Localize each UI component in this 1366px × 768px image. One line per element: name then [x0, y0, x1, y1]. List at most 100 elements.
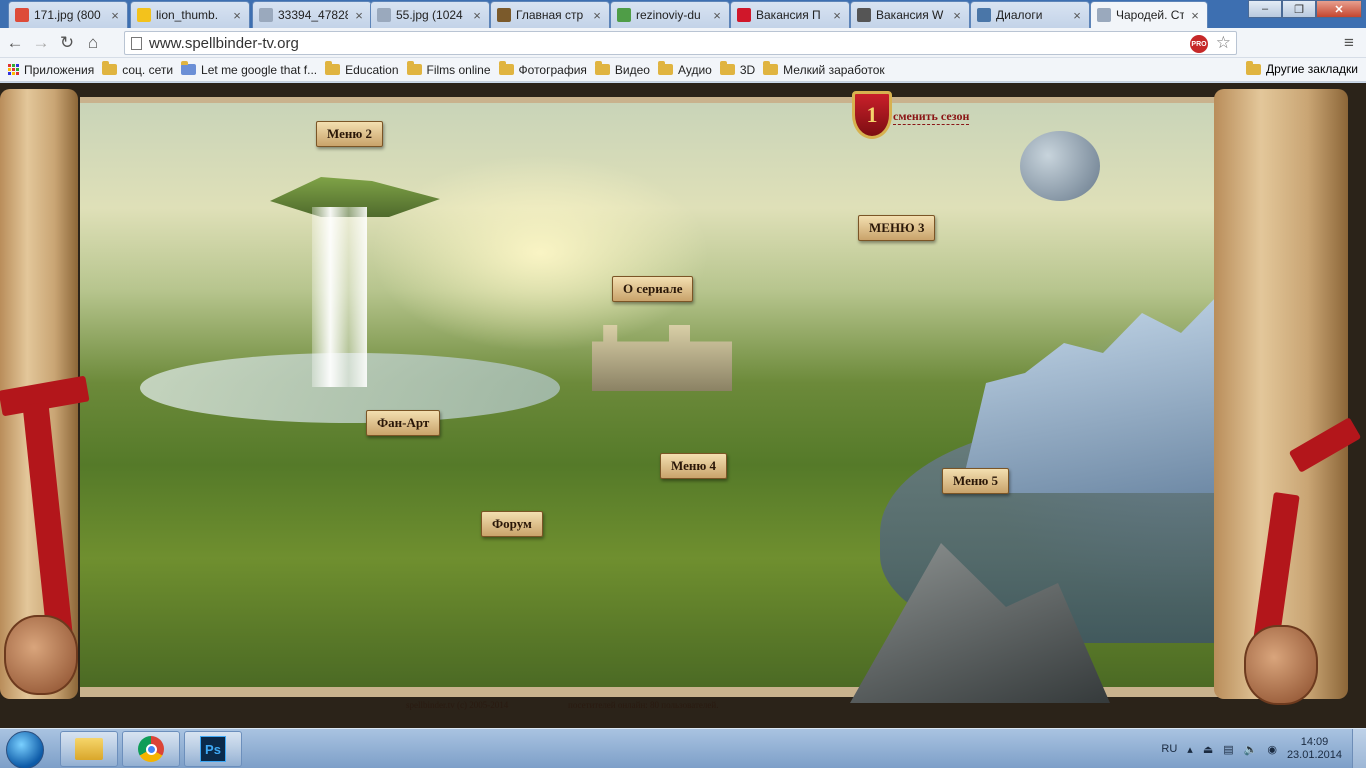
address-bar[interactable]: www.spellbinder-tv.org PRO ☆ — [124, 31, 1237, 55]
show-desktop-button[interactable] — [1352, 729, 1366, 768]
folder-icon — [763, 61, 779, 75]
tab-label: Чародей. Ст — [1116, 8, 1184, 22]
tab-5[interactable]: Главная стр × — [490, 1, 610, 28]
photoshop-icon: Ps — [200, 736, 226, 762]
photoshop-button[interactable]: Ps — [184, 731, 242, 767]
chrome-button[interactable] — [122, 731, 180, 767]
planet — [1020, 131, 1100, 201]
bookmark-9[interactable]: Мелкий заработок — [763, 61, 885, 77]
about-series-button[interactable]: О сериале — [612, 276, 694, 302]
bookmark-3[interactable]: Education — [325, 61, 399, 77]
url-text[interactable]: www.spellbinder-tv.org — [149, 35, 299, 52]
tab-label: lion_thumb. — [156, 8, 219, 22]
menu-icon[interactable]: ≡ — [1338, 32, 1360, 54]
chrome-icon — [138, 736, 164, 762]
language-indicator[interactable]: RU — [1161, 743, 1177, 755]
bookmark-label: 3D — [739, 62, 756, 77]
network-icon[interactable]: ▤ — [1223, 743, 1233, 756]
tab-close-icon[interactable]: × — [711, 8, 723, 23]
tab-close-icon[interactable]: × — [471, 8, 483, 23]
tab-2[interactable]: lion_thumb. × — [130, 1, 250, 28]
tab-8[interactable]: Вакансия W × — [850, 1, 970, 28]
tab-3[interactable]: 33394_47828 × — [252, 1, 372, 28]
lmgtfy-icon — [181, 61, 197, 75]
bookmark-label: Приложения — [24, 62, 95, 77]
bookmark-label: Education — [345, 62, 399, 77]
tab-close-icon[interactable]: × — [109, 8, 121, 23]
wax-seal-left-icon — [4, 615, 78, 695]
tab-10[interactable]: Чародей. Ст × — [1090, 1, 1208, 28]
forum-button[interactable]: Форум — [481, 511, 543, 537]
tab-close-icon[interactable]: × — [231, 8, 243, 23]
bookmark-1[interactable]: соц. сети — [102, 61, 173, 77]
folder-icon — [102, 61, 118, 75]
clock[interactable]: 14:09 23.01.2014 — [1287, 736, 1342, 762]
page-content: 1 сменить сезон Меню 2 МЕНЮ 3 О сериале … — [0, 83, 1366, 728]
page-icon — [1097, 8, 1111, 22]
g-plus-icon — [15, 8, 29, 22]
bookmark-6[interactable]: Видео — [594, 61, 650, 77]
tab-6[interactable]: rezinoviy-du × — [610, 1, 730, 28]
tab-7[interactable]: Вакансия П × — [730, 1, 850, 28]
tab-close-icon[interactable]: × — [353, 8, 365, 23]
show-hidden-icons-icon[interactable]: ▴ — [1187, 743, 1193, 756]
bookmark-apps[interactable]: Приложения — [8, 63, 94, 77]
other-bookmarks[interactable]: Другие закладки — [1246, 60, 1358, 76]
fan-art-button[interactable]: Фан-Арт — [366, 410, 441, 436]
tab-1[interactable]: 171.jpg (800 × — [8, 1, 128, 28]
bookmark-label: Другие закладки — [1266, 62, 1358, 76]
tab-label: 55.jpg (1024 — [396, 8, 463, 22]
apps-grid-icon — [8, 64, 19, 75]
page-icon — [377, 8, 391, 22]
folder-icon — [325, 61, 341, 75]
bookmark-2[interactable]: Let me google that f... — [181, 61, 317, 77]
ice-cliffs — [960, 293, 1220, 493]
tab-label: 33394_47828 — [278, 8, 348, 22]
menu4-button[interactable]: Меню 4 — [660, 453, 728, 479]
tab-label: rezinoviy-du — [636, 8, 701, 22]
start-button[interactable] — [6, 731, 44, 768]
bookmark-label: Фотография — [518, 62, 587, 77]
minimize-button[interactable]: ‒ — [1248, 0, 1282, 18]
close-window-button[interactable]: ✕ — [1316, 0, 1362, 18]
security-icon[interactable]: ◉ — [1267, 743, 1277, 756]
home-button[interactable]: ⌂ — [82, 32, 104, 54]
bookmark-star-icon[interactable]: ☆ — [1216, 33, 1231, 53]
menu3-button[interactable]: МЕНЮ 3 — [858, 215, 936, 241]
bookmark-5[interactable]: Фотография — [498, 61, 587, 77]
maximize-button[interactable]: ❐ — [1282, 0, 1316, 18]
menu5-button[interactable]: Меню 5 — [942, 468, 1010, 494]
toolbar: ← → ↻ ⌂ www.spellbinder-tv.org PRO ☆ K ▣… — [0, 28, 1366, 79]
tab-close-icon[interactable]: × — [591, 8, 603, 23]
tab-label: 171.jpg (800 — [34, 8, 101, 22]
tab-label: Главная стр — [516, 8, 584, 22]
tab-4[interactable]: 55.jpg (1024 × — [370, 1, 490, 28]
bookmark-7[interactable]: Аудио — [657, 61, 712, 77]
hh-icon — [857, 8, 871, 22]
wax-seal-right-icon — [1244, 625, 1318, 705]
tab-close-icon[interactable]: × — [831, 8, 843, 23]
tab-close-icon[interactable]: × — [1189, 8, 1201, 23]
usb-icon[interactable]: ⏏ — [1203, 743, 1213, 756]
tab-close-icon[interactable]: × — [951, 8, 963, 23]
forward-button[interactable]: → — [30, 32, 52, 54]
page-icon — [131, 37, 142, 50]
change-season-link[interactable]: сменить сезон — [893, 109, 970, 125]
season-shield-icon[interactable]: 1 — [852, 91, 892, 139]
window-controls: ‒ ❐ ✕ — [1248, 0, 1362, 18]
pro-extension-icon[interactable]: PRO — [1190, 35, 1208, 53]
back-button[interactable]: ← — [4, 32, 26, 54]
tab-label: Диалоги — [996, 8, 1043, 22]
reload-button[interactable]: ↻ — [56, 32, 78, 54]
bookmark-4[interactable]: Films online — [406, 61, 491, 77]
volume-icon[interactable]: 🔈 — [1244, 743, 1258, 756]
system-tray: RU ▴ ⏏ ▤ 🔈 ◉ 14:09 23.01.2014 — [1161, 729, 1366, 768]
folder-icon — [657, 61, 673, 75]
tab-close-icon[interactable]: × — [1071, 8, 1083, 23]
bookmark-8[interactable]: 3D — [719, 61, 756, 77]
explorer-button[interactable] — [60, 731, 118, 767]
menu2-button[interactable]: Меню 2 — [316, 121, 384, 147]
sun-icon — [137, 8, 151, 22]
tab-strip: 171.jpg (800 × lion_thumb. × 33394_47828 × 55.… — [0, 0, 1366, 28]
tab-9[interactable]: Диалоги × — [970, 1, 1090, 28]
